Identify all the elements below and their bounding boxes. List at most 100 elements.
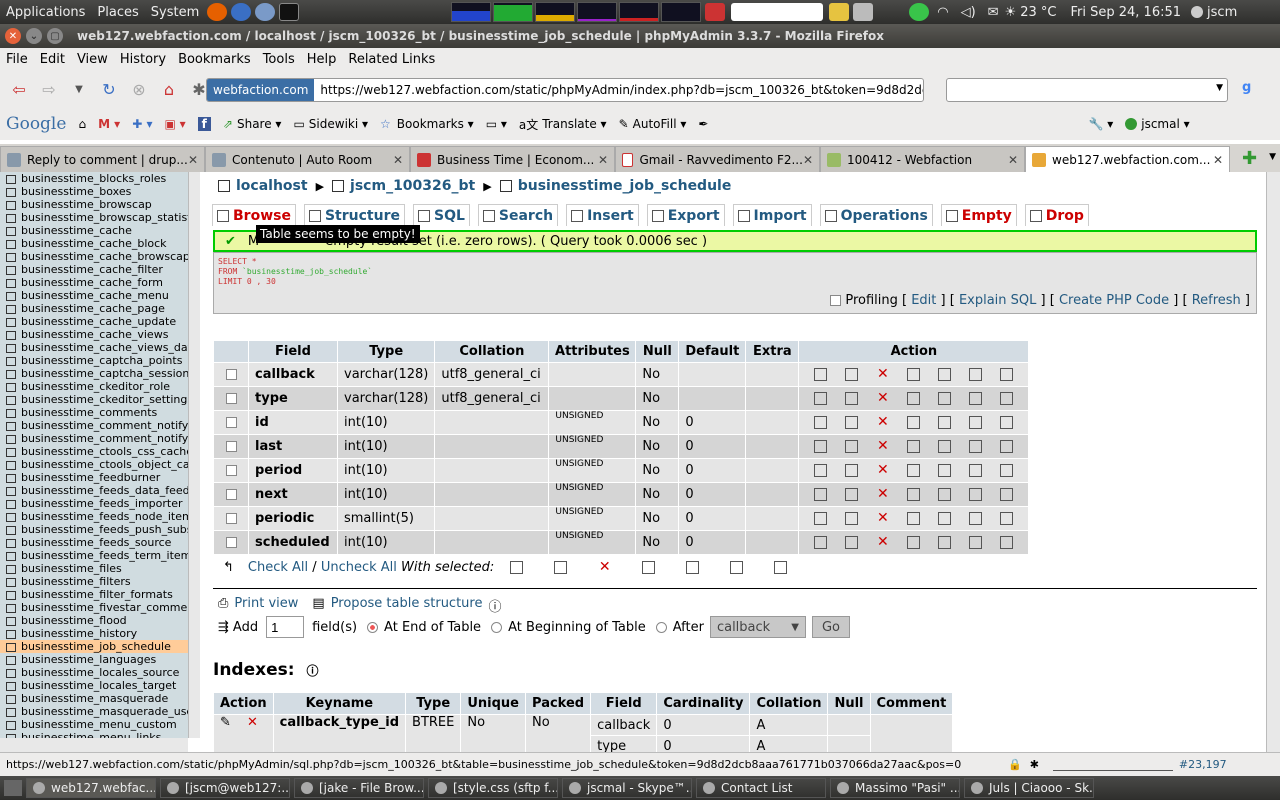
menu-tools[interactable]: Tools xyxy=(257,52,301,67)
nav-table-item[interactable]: businesstime_job_schedule xyxy=(0,640,188,653)
add-field-count-input[interactable] xyxy=(266,616,305,638)
wrench-icon[interactable]: 🔧 ▾ xyxy=(1088,117,1113,131)
table-icon[interactable] xyxy=(6,330,16,340)
at-end-radio[interactable] xyxy=(367,621,379,633)
unique-icon[interactable] xyxy=(938,440,952,453)
menu-view[interactable]: View xyxy=(71,52,114,67)
nav-table-label[interactable]: businesstime_job_schedule xyxy=(21,640,171,653)
volume-icon[interactable]: ◁) xyxy=(961,5,976,20)
row-checkbox[interactable] xyxy=(225,513,237,524)
nav-table-item[interactable]: businesstime_captcha_points xyxy=(0,354,188,367)
after-radio[interactable] xyxy=(655,621,667,633)
temperature[interactable]: 23 °C xyxy=(1020,5,1056,20)
nav-table-item[interactable]: businesstime_fivestar_comment xyxy=(0,601,188,614)
table-row[interactable]: next int(10) UNSIGNED No 0 ✕ xyxy=(214,483,1029,506)
table-icon[interactable] xyxy=(6,421,16,431)
table-icon[interactable] xyxy=(6,564,16,574)
panel-search-field[interactable] xyxy=(731,3,824,21)
nav-table-label[interactable]: businesstime_feeds_push_subs xyxy=(21,523,188,536)
show-desktop-icon[interactable] xyxy=(4,780,22,796)
nav-table-label[interactable]: businesstime_feeds_data_feed_ xyxy=(21,484,188,497)
table-icon[interactable] xyxy=(6,681,16,691)
at-beginning-label[interactable]: At Beginning of Table xyxy=(508,620,646,635)
unique-selected-icon[interactable] xyxy=(686,561,700,574)
tab-phpmyadmin[interactable]: web127.webfaction.com... ✕ xyxy=(1025,146,1230,172)
pen-icon[interactable]: ✒ xyxy=(698,117,708,131)
index-icon[interactable] xyxy=(969,536,983,549)
nav-table-item[interactable]: businesstime_feeds_importer xyxy=(0,497,188,510)
table-icon[interactable] xyxy=(6,616,16,626)
print-view-link[interactable]: Print view xyxy=(234,596,298,615)
nav-table-label[interactable]: businesstime_filter_formats xyxy=(21,588,173,601)
index-selected-icon[interactable] xyxy=(730,561,744,574)
fulltext-icon[interactable] xyxy=(1000,392,1014,405)
nav-table-label[interactable]: businesstime_cache_views_data xyxy=(21,341,188,354)
create-php-code-link[interactable]: Create PHP Code xyxy=(1059,293,1169,308)
tab-webfaction[interactable]: 100412 - Webfaction ✕ xyxy=(820,146,1025,172)
new-tab-icon[interactable]: ✚ xyxy=(1242,148,1257,172)
nav-table-item[interactable]: businesstime_comments xyxy=(0,406,188,419)
unique-icon[interactable] xyxy=(938,488,952,501)
explain-sql-link[interactable]: Explain SQL xyxy=(959,293,1036,308)
menu-file[interactable]: File xyxy=(0,52,34,67)
table-icon[interactable] xyxy=(6,213,16,223)
nav-table-label[interactable]: businesstime_languages xyxy=(21,653,156,666)
table-icon[interactable] xyxy=(6,278,16,288)
table-icon[interactable] xyxy=(6,174,16,184)
nav-table-label[interactable]: businesstime_captcha_points xyxy=(21,354,182,367)
wifi-icon[interactable]: ◠ xyxy=(937,5,948,20)
nav-table-item[interactable]: businesstime_filter_formats xyxy=(0,588,188,601)
browse-icon[interactable] xyxy=(814,440,828,453)
table-icon[interactable] xyxy=(6,642,16,652)
help-icon[interactable]: ⓘ xyxy=(488,596,501,615)
left-vertical-scrollbar[interactable] xyxy=(188,172,200,738)
sidewiki-button[interactable]: ▭ Sidewiki ▾ xyxy=(293,117,368,131)
update-check-icon[interactable] xyxy=(909,3,930,21)
nav-table-label[interactable]: businesstime_masquerade xyxy=(21,692,168,705)
network-launcher-icon[interactable] xyxy=(255,3,276,21)
primary-selected-icon[interactable] xyxy=(642,561,656,574)
browse-icon[interactable] xyxy=(814,488,828,501)
nav-table-label[interactable]: businesstime_locales_target xyxy=(21,679,176,692)
nav-table-label[interactable]: businesstime_ckeditor_role xyxy=(21,380,170,393)
go-button[interactable]: Go xyxy=(811,616,850,638)
nav-table-item[interactable]: businesstime_cache_page xyxy=(0,302,188,315)
check-all-link[interactable]: Check All xyxy=(248,560,308,575)
index-icon[interactable] xyxy=(969,440,983,453)
primary-icon[interactable] xyxy=(907,512,921,525)
forward-icon[interactable]: ⇨ xyxy=(38,78,60,100)
browse-selected-icon[interactable] xyxy=(510,561,524,574)
table-icon[interactable] xyxy=(6,460,16,470)
nav-table-label[interactable]: businesstime_flood xyxy=(21,614,127,627)
home-bookmark-icon[interactable]: ⌂ xyxy=(78,117,86,131)
autofill-button[interactable]: ✎ AutoFill ▾ xyxy=(619,117,687,131)
table-icon[interactable] xyxy=(6,369,16,379)
nav-table-label[interactable]: businesstime_cache_filter xyxy=(21,263,163,276)
nav-table-item[interactable]: businesstime_feeds_term_item xyxy=(0,549,188,562)
nav-table-label[interactable]: businesstime_cache_update xyxy=(21,315,176,328)
clock[interactable]: Fri Sep 24, 16:51 xyxy=(1071,5,1182,20)
edit-link[interactable]: Edit xyxy=(911,293,936,308)
nav-table-label[interactable]: businesstime_browscap_statisti xyxy=(21,211,188,224)
nav-table-item[interactable]: businesstime_cache_update xyxy=(0,315,188,328)
table-icon[interactable] xyxy=(6,512,16,522)
bookmark-folder-icon[interactable]: ▣ ▾ xyxy=(164,117,185,131)
nav-table-item[interactable]: businesstime_masquerade xyxy=(0,692,188,705)
drop-icon[interactable]: ✕ xyxy=(876,391,889,405)
tab-browse[interactable]: Browse xyxy=(212,204,296,226)
nav-table-label[interactable]: businesstime_browscap xyxy=(21,198,152,211)
nav-table-item[interactable]: businesstime_masquerade_user xyxy=(0,705,188,718)
primary-icon[interactable] xyxy=(907,536,921,549)
nav-table-item[interactable]: businesstime_cache_filter xyxy=(0,263,188,276)
fulltext-selected-icon[interactable] xyxy=(774,561,788,574)
nav-table-label[interactable]: businesstime_comments xyxy=(21,406,157,419)
nav-table-label[interactable]: businesstime_fivestar_comment xyxy=(21,601,188,614)
table-icon[interactable] xyxy=(6,382,16,392)
table-icon[interactable] xyxy=(6,499,16,509)
primary-icon[interactable] xyxy=(907,416,921,429)
drop-icon[interactable]: ✕ xyxy=(876,463,889,477)
nav-table-item[interactable]: businesstime_languages xyxy=(0,653,188,666)
history-dropdown-icon[interactable]: ▼ xyxy=(68,78,90,100)
nav-table-label[interactable]: businesstime_filters xyxy=(21,575,131,588)
nav-table-label[interactable]: businesstime_menu_custom xyxy=(21,718,177,731)
